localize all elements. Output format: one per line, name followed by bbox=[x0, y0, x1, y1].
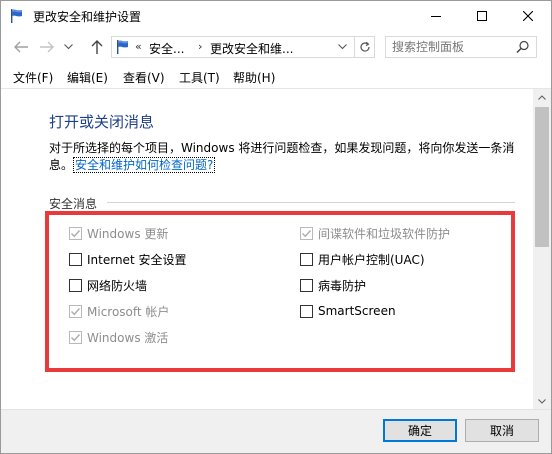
search-icon[interactable] bbox=[516, 40, 530, 54]
checkbox-label: 病毒防护 bbox=[318, 278, 367, 293]
menu-tools[interactable]: 工具(T) bbox=[179, 69, 220, 86]
section-title: 安全消息 bbox=[49, 197, 98, 211]
forward-button[interactable] bbox=[37, 36, 57, 58]
page-title: 打开或关闭消息 bbox=[49, 113, 155, 131]
description-line-2: 息。 安全和维护如何检查问题? bbox=[49, 156, 216, 173]
address-bar[interactable]: « 安全... › 更改安全和维... bbox=[111, 36, 355, 58]
arrow-up-icon bbox=[91, 40, 103, 54]
checkmark-icon bbox=[70, 333, 81, 341]
scroll-thumb[interactable] bbox=[535, 107, 549, 247]
refresh-button[interactable] bbox=[355, 36, 375, 58]
arrow-right-icon bbox=[40, 41, 54, 53]
checkbox-label: Internet 安全设置 bbox=[87, 252, 187, 267]
menu-bar: 文件(F) 编辑(E) 查看(V) 工具(T) 帮助(H) bbox=[1, 65, 551, 89]
checkbox[interactable] bbox=[300, 278, 313, 292]
checkbox[interactable] bbox=[69, 304, 82, 318]
close-button[interactable] bbox=[505, 1, 551, 31]
help-link[interactable]: 安全和维护如何检查问题? bbox=[73, 157, 216, 173]
description-line-1: 对于所选择的每个项目，Windows 将进行问题检查，如果发现问题，将向你发送一… bbox=[49, 141, 515, 155]
vertical-scrollbar[interactable] bbox=[533, 89, 551, 409]
menu-view[interactable]: 查看(V) bbox=[123, 69, 165, 86]
checkbox-item-spyware-protection[interactable]: 间谍软件和垃圾软件防护 bbox=[300, 225, 450, 241]
checkbox-item-windows-activation[interactable]: Windows 激活 bbox=[69, 329, 168, 345]
search-input[interactable] bbox=[392, 39, 512, 55]
checkbox-label: Windows 更新 bbox=[87, 226, 169, 241]
search-box[interactable] bbox=[385, 36, 537, 58]
checkbox[interactable] bbox=[69, 226, 82, 240]
chevron-up-icon bbox=[538, 94, 546, 100]
checkbox-label: SmartScreen bbox=[318, 304, 396, 318]
menu-help[interactable]: 帮助(H) bbox=[233, 69, 275, 86]
address-dropdown-button[interactable] bbox=[334, 40, 350, 54]
checkmark-icon bbox=[301, 229, 312, 237]
description-line-2-prefix: 息。 bbox=[49, 158, 74, 172]
checkbox-item-microsoft-account[interactable]: Microsoft 帐户 bbox=[69, 303, 169, 319]
dialog-footer: 确定 取消 bbox=[1, 409, 551, 453]
recent-locations-button[interactable] bbox=[61, 36, 75, 58]
menu-edit[interactable]: 编辑(E) bbox=[67, 69, 108, 86]
checkbox[interactable] bbox=[300, 252, 313, 266]
checkbox-item-windows-update[interactable]: Windows 更新 bbox=[69, 225, 168, 241]
window: 更改安全和维护设置 « 安全... › 更改安全和维... 搜索控制面板 文件(… bbox=[0, 0, 552, 454]
checkbox[interactable] bbox=[69, 330, 82, 344]
checkbox[interactable] bbox=[300, 226, 313, 240]
minimize-button[interactable] bbox=[413, 1, 459, 31]
checkbox-label: 网络防火墙 bbox=[87, 278, 148, 293]
checkbox-label: 间谍软件和垃圾软件防护 bbox=[318, 226, 451, 241]
checkmark-icon bbox=[70, 229, 81, 237]
section-divider bbox=[107, 202, 515, 203]
chevron-down-icon bbox=[538, 398, 546, 404]
refresh-icon bbox=[359, 41, 370, 52]
up-button[interactable] bbox=[87, 36, 107, 58]
checkbox-label: 用户帐户控制(UAC) bbox=[318, 252, 425, 267]
arrow-left-icon bbox=[14, 41, 28, 53]
cancel-button[interactable]: 取消 bbox=[465, 419, 539, 442]
checkbox[interactable] bbox=[69, 252, 82, 266]
breadcrumb-overflow[interactable]: « bbox=[135, 40, 142, 53]
window-title: 更改安全和维护设置 bbox=[33, 10, 142, 24]
checkbox-item-uac[interactable]: 用户帐户控制(UAC) bbox=[300, 251, 425, 267]
checkbox-item-smartscreen[interactable]: SmartScreen bbox=[300, 303, 396, 319]
flag-icon bbox=[9, 8, 25, 24]
menu-file[interactable]: 文件(F) bbox=[13, 69, 53, 86]
checkbox-label: Windows 激活 bbox=[87, 330, 169, 345]
scroll-up-button[interactable] bbox=[533, 89, 551, 105]
ok-button[interactable]: 确定 bbox=[383, 419, 457, 442]
checkbox-item-internet-security[interactable]: Internet 安全设置 bbox=[69, 251, 186, 267]
breadcrumb-separator[interactable]: › bbox=[198, 40, 202, 53]
checkbox[interactable] bbox=[69, 278, 82, 292]
checkbox[interactable] bbox=[300, 304, 313, 318]
chevron-down-icon bbox=[63, 44, 73, 50]
flag-icon bbox=[115, 39, 131, 55]
breadcrumb-item-security[interactable]: 安全... bbox=[149, 40, 184, 57]
maximize-button[interactable] bbox=[459, 1, 505, 31]
chevron-down-icon bbox=[337, 44, 347, 50]
content-area: 打开或关闭消息 对于所选择的每个项目，Windows 将进行问题检查，如果发现问… bbox=[1, 89, 533, 409]
breadcrumb-item-current[interactable]: 更改安全和维... bbox=[210, 40, 293, 57]
scroll-down-button[interactable] bbox=[533, 393, 551, 409]
checkbox-item-virus-protection[interactable]: 病毒防护 bbox=[300, 277, 366, 293]
back-button[interactable] bbox=[11, 36, 31, 58]
checkbox-item-network-firewall[interactable]: 网络防火墙 bbox=[69, 277, 147, 293]
navigation-bar: « 安全... › 更改安全和维... bbox=[1, 31, 551, 63]
checkbox-label: Microsoft 帐户 bbox=[87, 304, 170, 319]
title-bar: 更改安全和维护设置 bbox=[1, 1, 551, 31]
checkmark-icon bbox=[70, 307, 81, 315]
